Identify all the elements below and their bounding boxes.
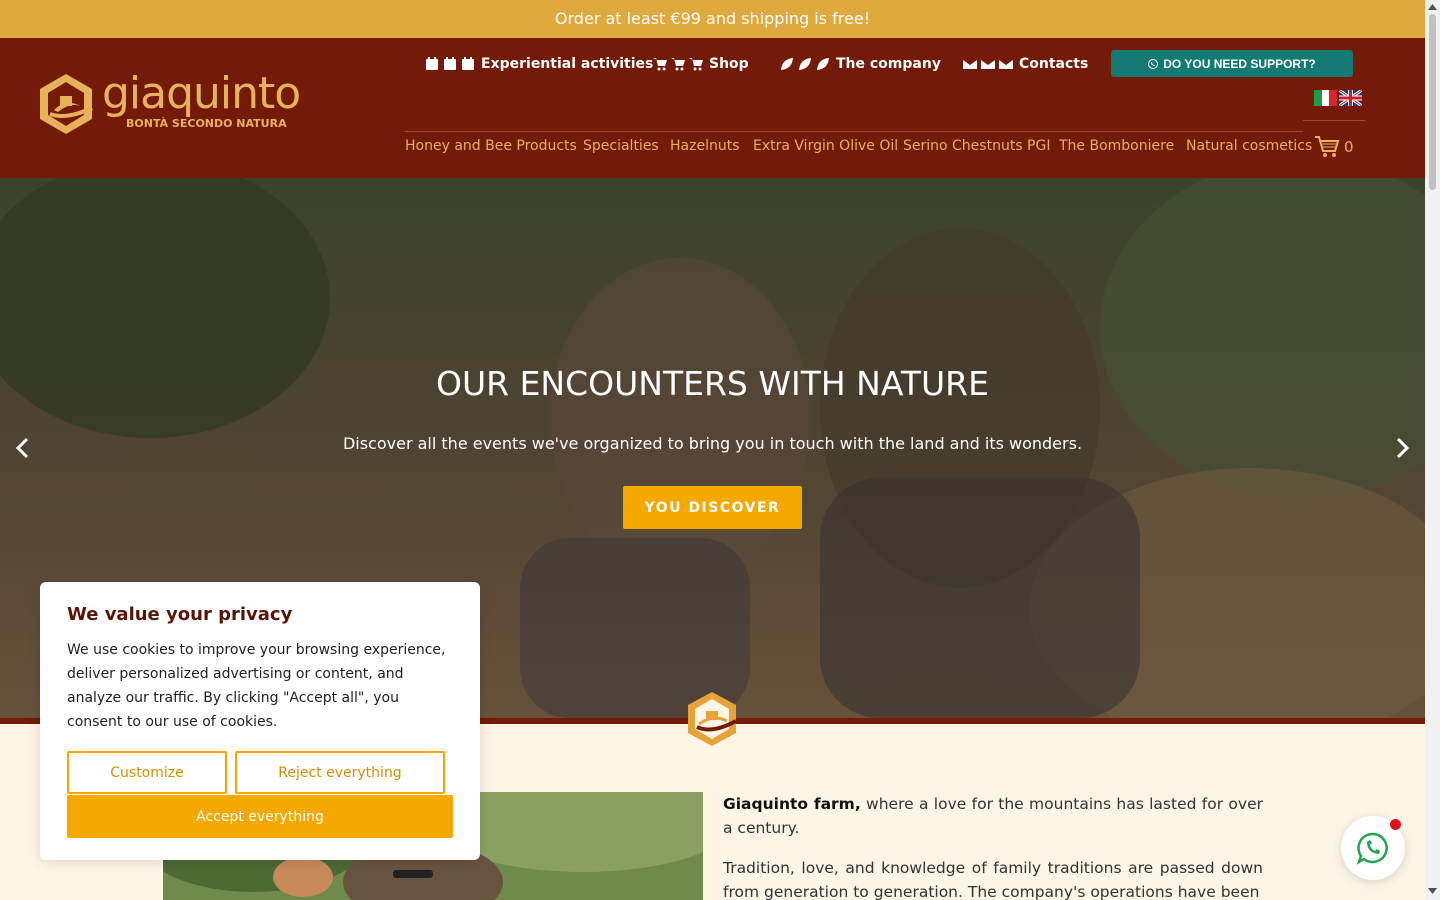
whatsapp-icon xyxy=(1148,58,1159,69)
hero-discover-button[interactable]: YOU DISCOVER xyxy=(623,486,802,529)
site-header: giaquinto BONTÀ SECONDO NATURA Experient… xyxy=(0,38,1425,178)
nav-honey-and-bee-products[interactable]: Honey and Bee Products xyxy=(405,138,577,154)
support-button[interactable]: DO YOU NEED SUPPORT? xyxy=(1111,50,1353,77)
cookie-consent-dialog: We value your privacy We use cookies to … xyxy=(40,582,480,860)
about-paragraph-1: Giaquinto farm, where a love for the mou… xyxy=(723,792,1263,840)
cart-icon xyxy=(653,57,703,71)
nav-serino-chestnuts-pgi[interactable]: Serino Chestnuts PGI xyxy=(903,138,1050,154)
envelope-icon xyxy=(963,57,1013,71)
carousel-prev-button[interactable] xyxy=(13,436,33,460)
topnav-experiential-activities[interactable]: Experiential activities xyxy=(425,54,653,74)
about-paragraph-2: Tradition, love, and knowledge of family… xyxy=(723,859,1263,900)
hero-title: OUR ENCOUNTERS WITH NATURE xyxy=(436,364,989,403)
cookie-accept-button[interactable]: Accept everything xyxy=(67,795,453,838)
whatsapp-chat-button[interactable] xyxy=(1341,816,1405,880)
nav-divider xyxy=(405,131,1303,132)
scroll-down-arrow-icon[interactable] xyxy=(1428,887,1437,895)
about-farm-name: Giaquinto farm, xyxy=(723,795,861,813)
nav-hazelnuts[interactable]: Hazelnuts xyxy=(670,138,740,154)
hero-subtitle: Discover all the events we've organized … xyxy=(342,434,1083,453)
topnav-shop[interactable]: Shop xyxy=(653,54,749,74)
section-emblem-icon xyxy=(688,692,737,746)
nav-extra-virgin-olive-oil[interactable]: Extra Virgin Olive Oil xyxy=(753,138,898,154)
chevron-left-icon xyxy=(15,437,29,459)
about-text: Giaquinto farm, where a love for the mou… xyxy=(723,792,1263,900)
cookie-customize-button[interactable]: Customize xyxy=(67,751,227,794)
italian-flag-icon[interactable] xyxy=(1314,90,1338,106)
cookie-title: We value your privacy xyxy=(67,604,293,625)
site-logo[interactable]: giaquinto BONTÀ SECONDO NATURA xyxy=(34,68,301,136)
whatsapp-icon xyxy=(1356,832,1388,865)
logo-wordmark: giaquinto xyxy=(102,68,301,119)
topnav-the-company[interactable]: The company xyxy=(780,54,941,74)
cart-button[interactable]: 0 xyxy=(1314,134,1354,160)
scroll-up-arrow-icon[interactable] xyxy=(1428,3,1437,11)
topnav-label: The company xyxy=(836,56,941,72)
calendar-icon xyxy=(425,57,475,71)
carousel-next-button[interactable] xyxy=(1392,436,1412,460)
topnav-label: Shop xyxy=(709,56,749,72)
scrollbar-thumb[interactable] xyxy=(1429,14,1436,190)
cookie-description: We use cookies to improve your browsing … xyxy=(67,642,446,730)
page-scrollbar[interactable] xyxy=(1425,0,1440,900)
topnav-label: Experiential activities xyxy=(481,56,654,72)
logo-tagline: BONTÀ SECONDO NATURA xyxy=(126,117,287,130)
shopping-cart-icon xyxy=(1315,136,1340,157)
cookie-reject-button[interactable]: Reject everything xyxy=(235,751,445,794)
flag-divider xyxy=(1303,120,1365,121)
nav-natural-cosmetics[interactable]: Natural cosmetics xyxy=(1186,138,1312,154)
topnav-label: Contacts xyxy=(1019,56,1089,72)
leaf-icon xyxy=(780,57,830,71)
topnav-contacts[interactable]: Contacts xyxy=(963,54,1088,74)
nav-specialties[interactable]: Specialties xyxy=(583,138,659,154)
english-flag-icon[interactable] xyxy=(1339,90,1362,106)
chevron-right-icon xyxy=(1396,437,1410,459)
support-button-label: DO YOU NEED SUPPORT? xyxy=(1163,56,1316,71)
notification-dot xyxy=(1390,819,1401,830)
cart-count: 0 xyxy=(1344,138,1354,156)
nav-the-bomboniere[interactable]: The Bomboniere xyxy=(1059,138,1174,154)
logo-emblem-icon xyxy=(40,74,93,134)
free-shipping-banner: Order at least €99 and shipping is free! xyxy=(0,0,1425,38)
